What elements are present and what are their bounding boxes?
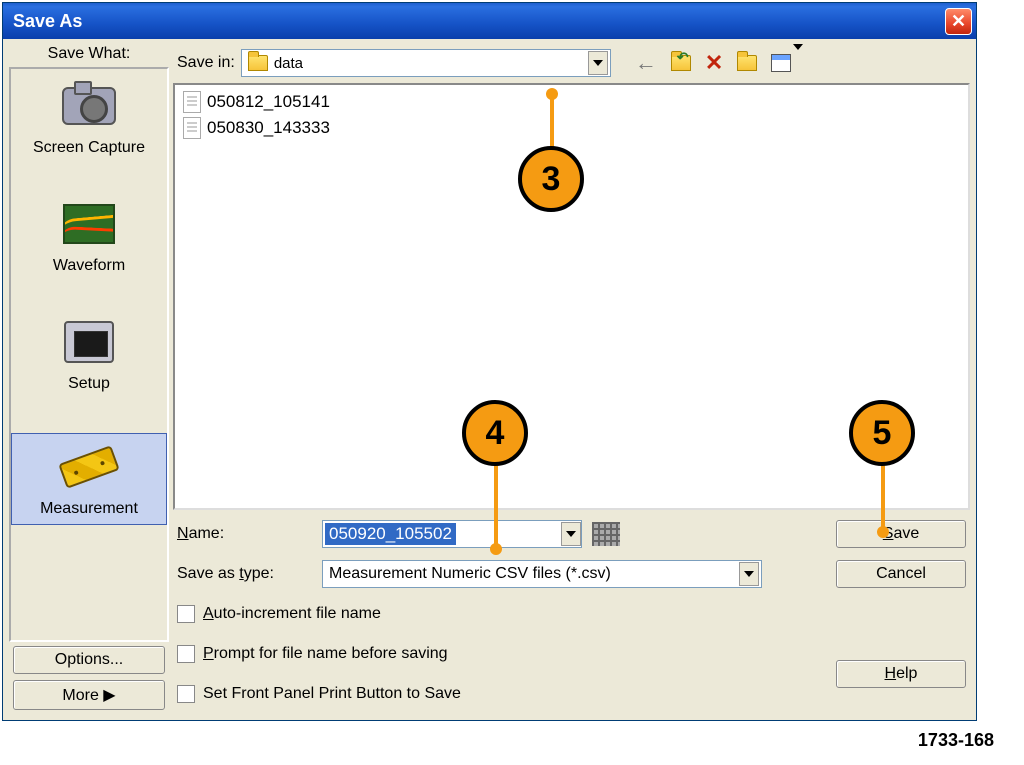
sidebar-item-label: Waveform — [53, 257, 125, 275]
type-select[interactable]: Measurement Numeric CSV files (*.csv) — [322, 560, 762, 588]
options-button[interactable]: Options... — [13, 646, 165, 674]
sidebar-item-setup[interactable]: + Setup — [11, 315, 167, 393]
toolbar-icons: ← ↶ ✕ — [635, 50, 803, 76]
titlebar: Save As ✕ — [3, 3, 976, 39]
close-button[interactable]: ✕ — [945, 8, 972, 35]
front-panel-label: Set Front Panel Print Button to Save — [203, 685, 461, 703]
dialog-body: Save What: Screen Capture Waveform + Set… — [3, 39, 976, 720]
file-name: 050830_143333 — [207, 118, 330, 138]
name-row: 050920_105502 — [322, 520, 806, 548]
annotation-4: 4 — [462, 400, 528, 466]
up-folder-icon[interactable]: ↶ — [671, 55, 691, 71]
ruler-icon — [58, 445, 120, 489]
annotation-5: 5 — [849, 400, 915, 466]
chevron-down-icon — [593, 60, 603, 66]
cancel-button[interactable]: Cancel — [836, 560, 966, 588]
waveform-icon — [63, 204, 115, 244]
back-icon[interactable]: ← — [635, 50, 657, 76]
camera-icon — [62, 87, 116, 125]
annotation-3: 3 — [518, 146, 584, 212]
save-in-value: data — [274, 55, 303, 72]
sidebar-item-label: Measurement — [40, 500, 138, 518]
name-input-value: 050920_105502 — [325, 523, 456, 545]
name-dropdown-button[interactable] — [561, 522, 581, 546]
save-in-select[interactable]: data — [241, 49, 611, 77]
sidebar-item-label: Screen Capture — [33, 139, 145, 157]
prompt-label: Prompt for file name before saving — [203, 645, 448, 663]
sidebar-buttons: Options... More ▶ — [9, 642, 169, 714]
setup-icon: + — [64, 321, 114, 363]
file-list[interactable]: 050812_105141 050830_143333 — [173, 83, 970, 510]
main-panel: Save in: data ← ↶ ✕ — [173, 45, 970, 714]
bottom-form: Name: 050920_105502 Save Save as type: M… — [173, 510, 970, 714]
annotation-connector — [881, 464, 885, 530]
prompt-row[interactable]: Prompt for file name before saving — [177, 645, 806, 663]
sidebar-item-measurement[interactable]: Measurement — [11, 433, 167, 525]
sidebar-title: Save What: — [9, 45, 169, 63]
save-as-window: Save As ✕ Save What: Screen Capture Wave… — [2, 2, 977, 721]
file-icon — [183, 91, 201, 113]
window-title: Save As — [13, 11, 82, 32]
type-select-value: Measurement Numeric CSV files (*.csv) — [329, 565, 611, 583]
chevron-down-icon — [566, 531, 576, 537]
save-what-sidebar: Save What: Screen Capture Waveform + Set… — [9, 45, 169, 714]
name-input[interactable]: 050920_105502 — [322, 520, 582, 548]
checkbox[interactable] — [177, 605, 195, 623]
new-folder-icon[interactable] — [737, 55, 757, 71]
location-bar: Save in: data ← ↶ ✕ — [173, 45, 970, 83]
view-menu-icon[interactable] — [771, 50, 803, 76]
type-label: Save as type: — [177, 565, 312, 583]
type-dropdown-button[interactable] — [739, 562, 759, 586]
save-in-dropdown-button[interactable] — [588, 51, 608, 75]
save-in-label: Save in: — [177, 54, 235, 72]
save-button[interactable]: Save — [836, 520, 966, 548]
annotation-connector — [550, 94, 554, 154]
close-icon: ✕ — [951, 11, 966, 32]
figure-reference: 1733-168 — [918, 730, 994, 751]
front-panel-row[interactable]: Set Front Panel Print Button to Save — [177, 685, 806, 703]
sidebar-item-waveform[interactable]: Waveform — [11, 197, 167, 275]
checkbox[interactable] — [177, 685, 195, 703]
sidebar-scroll: Screen Capture Waveform + Setup Measurem… — [9, 67, 169, 642]
file-icon — [183, 117, 201, 139]
type-row: Measurement Numeric CSV files (*.csv) — [322, 560, 806, 588]
chevron-down-icon — [744, 571, 754, 577]
more-button[interactable]: More ▶ — [13, 680, 165, 710]
checkbox[interactable] — [177, 645, 195, 663]
delete-icon[interactable]: ✕ — [705, 50, 723, 76]
sidebar-item-label: Setup — [68, 375, 110, 393]
file-item[interactable]: 050830_143333 — [179, 115, 964, 141]
folder-icon — [248, 55, 268, 71]
file-name: 050812_105141 — [207, 92, 330, 112]
auto-increment-label: Auto-increment file name — [203, 605, 381, 623]
keypad-icon[interactable] — [592, 522, 620, 546]
help-button[interactable]: Help — [836, 660, 966, 688]
annotation-connector — [494, 464, 498, 548]
sidebar-item-screen-capture[interactable]: Screen Capture — [11, 79, 167, 157]
name-label: Name: — [177, 525, 312, 543]
auto-increment-row[interactable]: Auto-increment file name — [177, 605, 806, 623]
file-item[interactable]: 050812_105141 — [179, 89, 964, 115]
